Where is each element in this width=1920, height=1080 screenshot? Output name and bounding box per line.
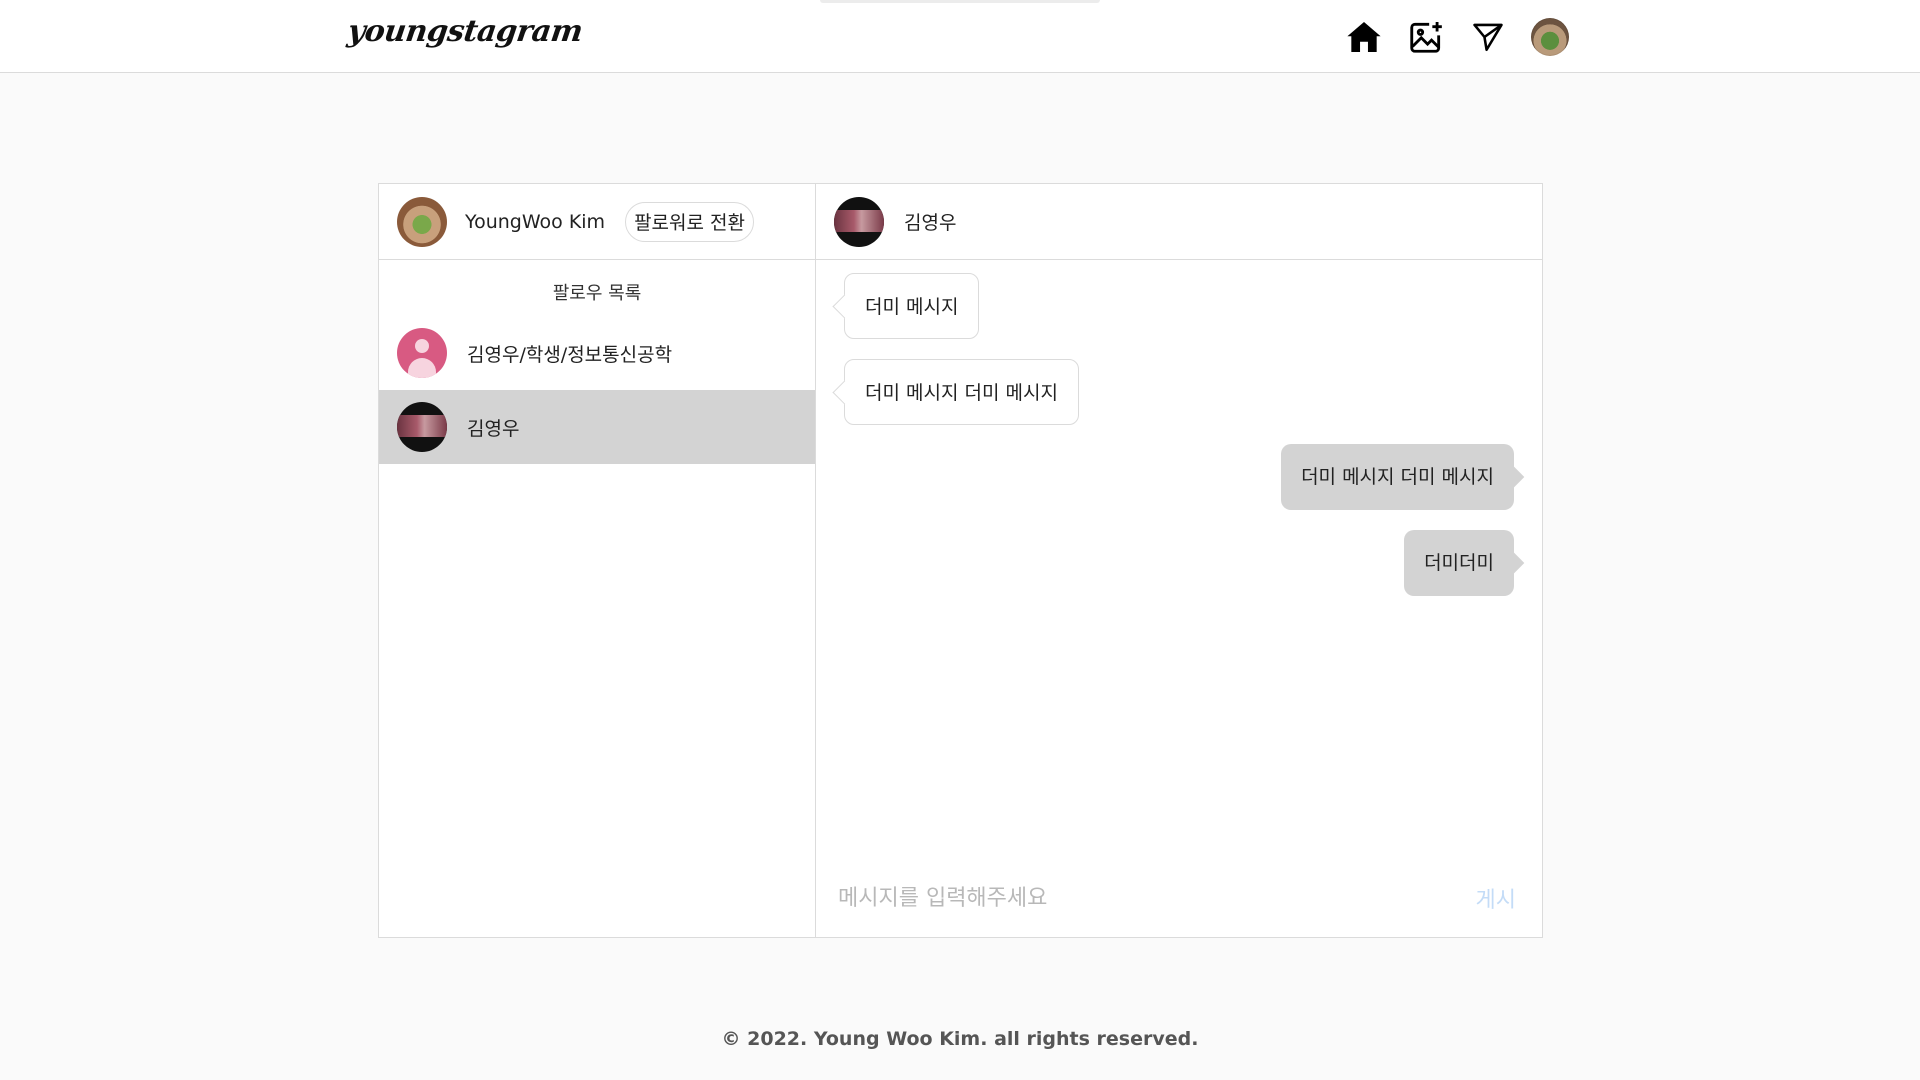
partner-name: 김영우 (904, 212, 957, 234)
nav-icons (1344, 16, 1570, 58)
default-avatar-icon (397, 328, 447, 378)
my-avatar (397, 196, 447, 247)
add-photo-icon (1410, 21, 1442, 53)
my-username: YoungWoo Kim (465, 210, 606, 233)
top-navigation-bar: youngstagram (0, 0, 1920, 73)
follow-list-title: 팔로우 목록 (552, 283, 642, 304)
follow-item-name: 김영우/학생/정보통신공학 (467, 343, 673, 366)
partner-avatar[interactable] (834, 196, 884, 247)
user-avatar (397, 402, 447, 452)
direct-message-panel: YoungWoo Kim 팔로워로 전환 팔로우 목록 김영우/학생/정보통신공… (378, 183, 1543, 938)
list-item[interactable]: 김영우/학생/정보통신공학 (379, 316, 815, 390)
incoming-message: 더미 메시지 (844, 273, 980, 339)
outgoing-message: 더미 메시지 더미 메시지 (1281, 444, 1514, 510)
message-list: 더미 메시지 더미 메시지 더미 메시지 더미 메시지 더미 메시지 더미더미 (816, 260, 1542, 860)
chat-area: 김영우 더미 메시지 더미 메시지 더미 메시지 더미 메시지 더미 메시지 더… (816, 184, 1542, 937)
footer-copyright: © 2022. Young Woo Kim. all rights reserv… (721, 1028, 1199, 1050)
follow-list: 김영우/학생/정보통신공학 김영우 (379, 316, 815, 464)
send-icon (1473, 23, 1503, 52)
direct-message-button[interactable] (1468, 17, 1508, 57)
avatar-body-shape (408, 358, 436, 378)
top-divider-accent (820, 0, 1100, 3)
post-button[interactable]: 게시 (1476, 882, 1516, 914)
sidebar-header: YoungWoo Kim 팔로워로 전환 (379, 184, 815, 260)
follow-item-name: 김영우 (467, 417, 520, 440)
app-logo[interactable]: youngstagram (346, 14, 585, 49)
list-item[interactable]: 김영우 (379, 390, 815, 464)
chat-header: 김영우 (816, 184, 1542, 260)
avatar-photo-band (834, 209, 884, 232)
outgoing-message: 더미더미 (1404, 530, 1514, 596)
switch-to-followers-button[interactable]: 팔로워로 전환 (625, 201, 754, 242)
profile-button[interactable] (1530, 17, 1570, 57)
new-post-button[interactable] (1406, 17, 1446, 57)
message-input[interactable] (836, 884, 1476, 912)
home-button[interactable] (1344, 17, 1384, 57)
message-composer: 게시 (816, 859, 1542, 937)
avatar-head-shape (415, 339, 429, 353)
home-icon (1347, 21, 1381, 53)
incoming-message: 더미 메시지 더미 메시지 (844, 359, 1079, 425)
avatar-photo-band (397, 415, 447, 437)
profile-avatar (1531, 18, 1569, 56)
conversation-sidebar: YoungWoo Kim 팔로워로 전환 팔로우 목록 김영우/학생/정보통신공… (379, 184, 816, 937)
